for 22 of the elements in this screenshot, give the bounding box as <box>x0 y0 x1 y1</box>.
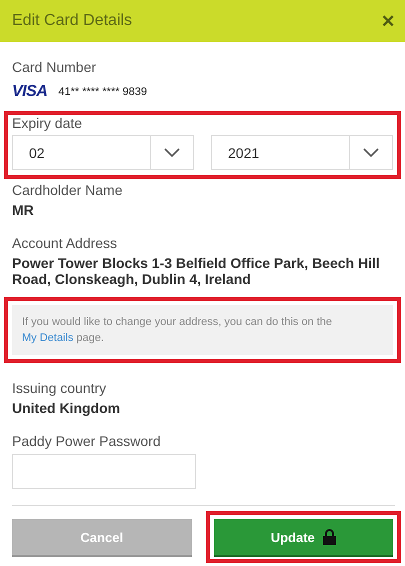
chevron-down-icon <box>164 148 180 158</box>
update-button[interactable]: Update <box>214 519 393 555</box>
info-note: If you would like to change your address, you can do this on the My Details page. <box>12 305 393 355</box>
card-number: 41** **** **** 9839 <box>58 86 148 98</box>
field-label: Account Address <box>12 235 118 251</box>
password-field[interactable] <box>12 454 196 489</box>
field-value: Power Tower Blocks 1-3 Belfield Office Park, Beech Hill Road, Clonskeagh, Dublin 4, Ireland <box>12 255 381 287</box>
my-details-link[interactable]: My Details <box>22 332 74 344</box>
lock-icon <box>322 529 336 545</box>
chevron-down-icon <box>363 148 379 158</box>
dropdown[interactable]: 02 <box>12 135 194 170</box>
card-brand-logo: VISA <box>12 83 48 101</box>
field-label: Issuing country <box>12 380 106 396</box>
field-value: United Kingdom <box>12 400 122 416</box>
dropdown[interactable]: 2021 <box>211 135 393 170</box>
close-button[interactable]: ✕ <box>381 12 395 30</box>
field-label: Paddy Power Password <box>12 433 161 449</box>
field-value: MR <box>12 202 35 218</box>
field-label: Cardholder Name <box>12 182 122 198</box>
field-label: Expiry date <box>12 115 82 131</box>
dialog-title: Edit Card Details <box>12 12 132 30</box>
field-label: Card Number <box>12 59 96 75</box>
